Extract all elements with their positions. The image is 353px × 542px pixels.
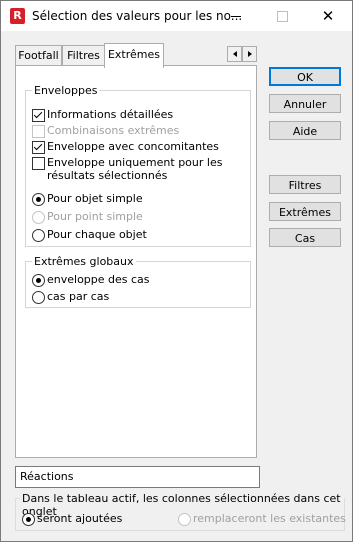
tab-scroll-right-button[interactable] bbox=[242, 46, 257, 62]
enveloppes-legend: Enveloppes bbox=[32, 84, 100, 97]
dialog-window: R Sélection des valeurs pour les no... ✕… bbox=[0, 0, 353, 542]
close-button[interactable]: ✕ bbox=[305, 1, 351, 31]
columns-group: Dans le tableau actif, les colonnes séle… bbox=[15, 492, 346, 531]
extremes-button[interactable]: Extrêmes bbox=[269, 202, 341, 221]
maximize-button bbox=[259, 1, 305, 31]
enveloppe-concomitantes-checkbox[interactable] bbox=[32, 141, 45, 154]
combinaisons-extremes-checkbox bbox=[32, 125, 45, 138]
seront-ajoutees-label: seront ajoutées bbox=[37, 512, 123, 525]
enveloppe-des-cas-radio[interactable] bbox=[32, 274, 45, 287]
pour-point-simple-label: Pour point simple bbox=[47, 210, 143, 223]
checkmark-icon bbox=[33, 109, 43, 119]
table-name-field[interactable]: Réactions bbox=[15, 466, 260, 488]
checkmark-icon bbox=[33, 141, 43, 151]
enveloppe-resultats-label-line1: Enveloppe uniquement pour les bbox=[47, 156, 223, 169]
cas-par-cas-label: cas par cas bbox=[47, 290, 110, 303]
minimize-icon bbox=[231, 15, 241, 17]
radio-dot-icon bbox=[36, 197, 41, 202]
pour-objet-simple-radio[interactable] bbox=[32, 193, 45, 206]
robot-app-icon: R bbox=[10, 8, 25, 24]
window-title: Sélection des valeurs pour les no... bbox=[32, 9, 243, 23]
filtres-button[interactable]: Filtres bbox=[269, 175, 341, 194]
arrow-left-icon bbox=[232, 51, 237, 57]
extremes-globaux-legend: Extrêmes globaux bbox=[32, 255, 136, 268]
tab-extremes[interactable]: Extrêmes bbox=[104, 43, 164, 68]
annuler-button[interactable]: Annuler bbox=[269, 94, 341, 113]
extremes-globaux-group: Extrêmes globaux enveloppe des cas cas p… bbox=[25, 255, 251, 308]
pour-chaque-objet-label: Pour chaque objet bbox=[47, 228, 147, 241]
ok-button[interactable]: OK bbox=[269, 67, 341, 86]
pour-objet-simple-label: Pour objet simple bbox=[47, 192, 143, 205]
maximize-icon bbox=[276, 10, 288, 22]
enveloppe-resultats-selectionnes-checkbox[interactable] bbox=[32, 157, 45, 170]
informations-detaillees-label: Informations détaillées bbox=[47, 108, 174, 121]
enveloppes-group: Enveloppes Informations détaillées Combi… bbox=[25, 84, 251, 247]
radio-dot-icon bbox=[26, 517, 31, 522]
enveloppe-des-cas-label: enveloppe des cas bbox=[47, 273, 150, 286]
radio-dot-icon bbox=[36, 278, 41, 283]
tab-scroll-left-button[interactable] bbox=[227, 46, 242, 62]
pour-chaque-objet-radio[interactable] bbox=[32, 229, 45, 242]
combinaisons-extremes-label: Combinaisons extrêmes bbox=[47, 124, 180, 137]
arrow-right-icon bbox=[247, 51, 252, 57]
cas-button[interactable]: Cas bbox=[269, 228, 341, 247]
pour-point-simple-radio bbox=[32, 211, 45, 224]
aide-button[interactable]: Aide bbox=[269, 121, 341, 140]
tab-panel-extremes: Enveloppes Informations détaillées Combi… bbox=[15, 65, 257, 458]
enveloppe-resultats-label-line2: résultats sélectionnés bbox=[47, 169, 168, 182]
tab-footfall[interactable]: Footfall bbox=[15, 45, 62, 66]
close-icon: ✕ bbox=[321, 6, 335, 25]
tab-filtres[interactable]: Filtres bbox=[62, 45, 105, 66]
enveloppe-concomitantes-label: Enveloppe avec concomitantes bbox=[47, 140, 219, 153]
remplaceront-existantes-label: remplaceront les existantes bbox=[193, 512, 346, 525]
minimize-button[interactable] bbox=[213, 1, 259, 31]
informations-detaillees-checkbox[interactable] bbox=[32, 109, 45, 122]
cas-par-cas-radio[interactable] bbox=[32, 291, 45, 304]
seront-ajoutees-radio[interactable] bbox=[22, 513, 35, 526]
remplaceront-existantes-radio bbox=[178, 513, 191, 526]
title-bar[interactable]: R Sélection des valeurs pour les no... ✕ bbox=[1, 1, 352, 31]
